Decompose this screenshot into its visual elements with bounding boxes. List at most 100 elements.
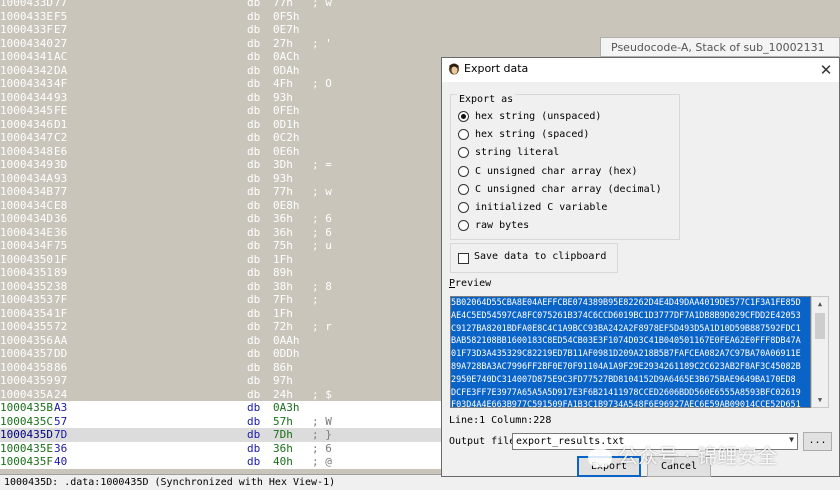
preview-label: Preview: [449, 278, 492, 289]
row-byte: 38: [54, 279, 68, 293]
row-comment: ; O: [312, 77, 332, 90]
row-value: 0FEh: [273, 104, 300, 117]
row-byte: 3D: [54, 158, 68, 171]
row-value: 38h: [273, 279, 293, 293]
radio-label[interactable]: hex string (unspaced): [475, 109, 601, 125]
row-byte: 40: [54, 455, 68, 468]
row-address: 10004344: [0, 90, 53, 104]
close-button[interactable]: ✕: [815, 60, 837, 80]
row-byte: 36: [54, 225, 68, 239]
row-address: 1000433E: [0, 9, 53, 23]
line-column-indicator: Line:1 Column:228: [449, 415, 552, 426]
row-directive: db: [247, 198, 261, 212]
row-directive: db: [247, 347, 261, 360]
save-to-clipboard-checkbox[interactable]: [458, 253, 469, 264]
row-directive: db: [247, 455, 261, 468]
row-address: 10004357: [0, 347, 53, 360]
listing-row[interactable]: 1000433D 77 db 77h ; w: [0, 0, 840, 10]
preview-line: DCFE3FF7E3977A65A5A5D917E3F6B21411978CCE…: [451, 387, 801, 398]
row-directive: db: [247, 225, 261, 239]
row-directive: db: [247, 185, 261, 198]
row-value: 93h: [273, 171, 293, 185]
row-address: 10004353: [0, 293, 53, 306]
row-comment: ; }: [312, 428, 332, 441]
row-directive: db: [247, 441, 261, 455]
preview-textarea[interactable]: 5B02064D55CBA8E04AEFFCBE074389B95E82262D…: [450, 296, 811, 408]
row-value: 24h: [273, 387, 293, 401]
row-comment: ; W: [312, 414, 332, 428]
row-address: 1000434A: [0, 171, 53, 185]
row-comment: ;: [312, 293, 319, 306]
save-to-clipboard-label[interactable]: Save data to clipboard: [474, 251, 606, 262]
row-directive: db: [247, 63, 261, 77]
row-byte: 89: [54, 266, 68, 279]
radio-label[interactable]: hex string (spaced): [475, 127, 589, 143]
row-address: 10004345: [0, 104, 53, 117]
row-address: 10004355: [0, 320, 53, 333]
row-byte: 36: [54, 441, 68, 455]
row-value: 1Fh: [273, 306, 293, 320]
row-address: 1000434C: [0, 198, 53, 212]
row-comment: ; =: [312, 158, 332, 171]
radio-label[interactable]: string literal: [475, 145, 559, 161]
row-value: 0E7h: [273, 23, 300, 36]
row-byte: 93: [54, 90, 68, 104]
preview-line: 89A728BA3AC7996FF2BF0E70F91104A1A9F29E29…: [451, 361, 801, 372]
row-byte: 86: [54, 360, 68, 374]
row-value: 36h: [273, 212, 293, 225]
row-byte: 7D: [54, 428, 68, 441]
radio-circle[interactable]: [458, 111, 469, 122]
row-value: 0DDh: [273, 347, 300, 360]
row-address: 1000435C: [0, 414, 53, 428]
row-directive: db: [247, 23, 261, 36]
radio-label[interactable]: initialized C variable: [475, 200, 607, 216]
row-address: 10004346: [0, 117, 53, 131]
row-directive: db: [247, 279, 261, 293]
row-comment: ; $: [312, 387, 332, 401]
radio-circle[interactable]: [458, 202, 469, 213]
radio-circle[interactable]: [458, 220, 469, 232]
row-directive: db: [247, 252, 261, 266]
row-address: 10004340: [0, 36, 53, 50]
row-comment: ; ': [312, 36, 332, 50]
row-byte: 97: [54, 374, 68, 387]
radio-label[interactable]: C unsigned char array (decimal): [475, 182, 662, 198]
listing-row[interactable]: 1000433F E7 db 0E7h: [0, 23, 840, 37]
row-address: 10004351: [0, 266, 53, 279]
row-value: 0F5h: [273, 9, 300, 23]
row-byte: DA: [54, 63, 68, 77]
dialog-title: Export data: [464, 62, 529, 75]
listing-row[interactable]: 1000433E F5 db 0F5h: [0, 9, 840, 23]
row-value: 72h: [273, 320, 293, 333]
row-directive: db: [247, 428, 261, 441]
preview-text[interactable]: 5B02064D55CBA8E04AEFFCBE074389B95E82262D…: [451, 297, 810, 407]
tab-pseudocode[interactable]: Pseudocode-A, Stack of sub_10002131: [600, 37, 840, 57]
row-value: 0D1h: [273, 117, 300, 131]
row-address: 10004354: [0, 306, 53, 320]
scroll-down-icon[interactable]: ▼: [812, 393, 828, 407]
row-directive: db: [247, 90, 261, 104]
dialog-titlebar[interactable]: Export data ✕: [442, 58, 839, 82]
preview-scrollbar[interactable]: ▲ ▼: [811, 296, 829, 408]
radio-circle[interactable]: [458, 147, 469, 159]
row-address: 1000435A: [0, 387, 53, 401]
row-byte: DD: [54, 347, 68, 360]
row-value: 77h: [273, 0, 293, 9]
row-directive: db: [247, 266, 261, 279]
radio-label[interactable]: raw bytes: [475, 218, 529, 234]
row-address: 1000433F: [0, 23, 53, 36]
row-directive: db: [247, 320, 261, 333]
row-value: 0AAh: [273, 333, 300, 347]
row-address: 10004347: [0, 131, 53, 144]
row-address: 10004343: [0, 77, 53, 90]
row-value: 77h: [273, 185, 293, 198]
radio-circle[interactable]: [458, 129, 469, 141]
row-address: 1000434E: [0, 225, 53, 239]
radio-label[interactable]: C unsigned char array (hex): [475, 164, 638, 180]
scroll-thumb[interactable]: [815, 313, 825, 339]
preview-line: BAB582108BB1600183C8ED54CB03E3F1074D03C4…: [451, 336, 801, 347]
radio-circle[interactable]: [458, 183, 469, 195]
scroll-up-icon[interactable]: ▲: [812, 297, 828, 311]
radio-circle[interactable]: [458, 165, 469, 177]
row-address: 1000434D: [0, 212, 53, 225]
